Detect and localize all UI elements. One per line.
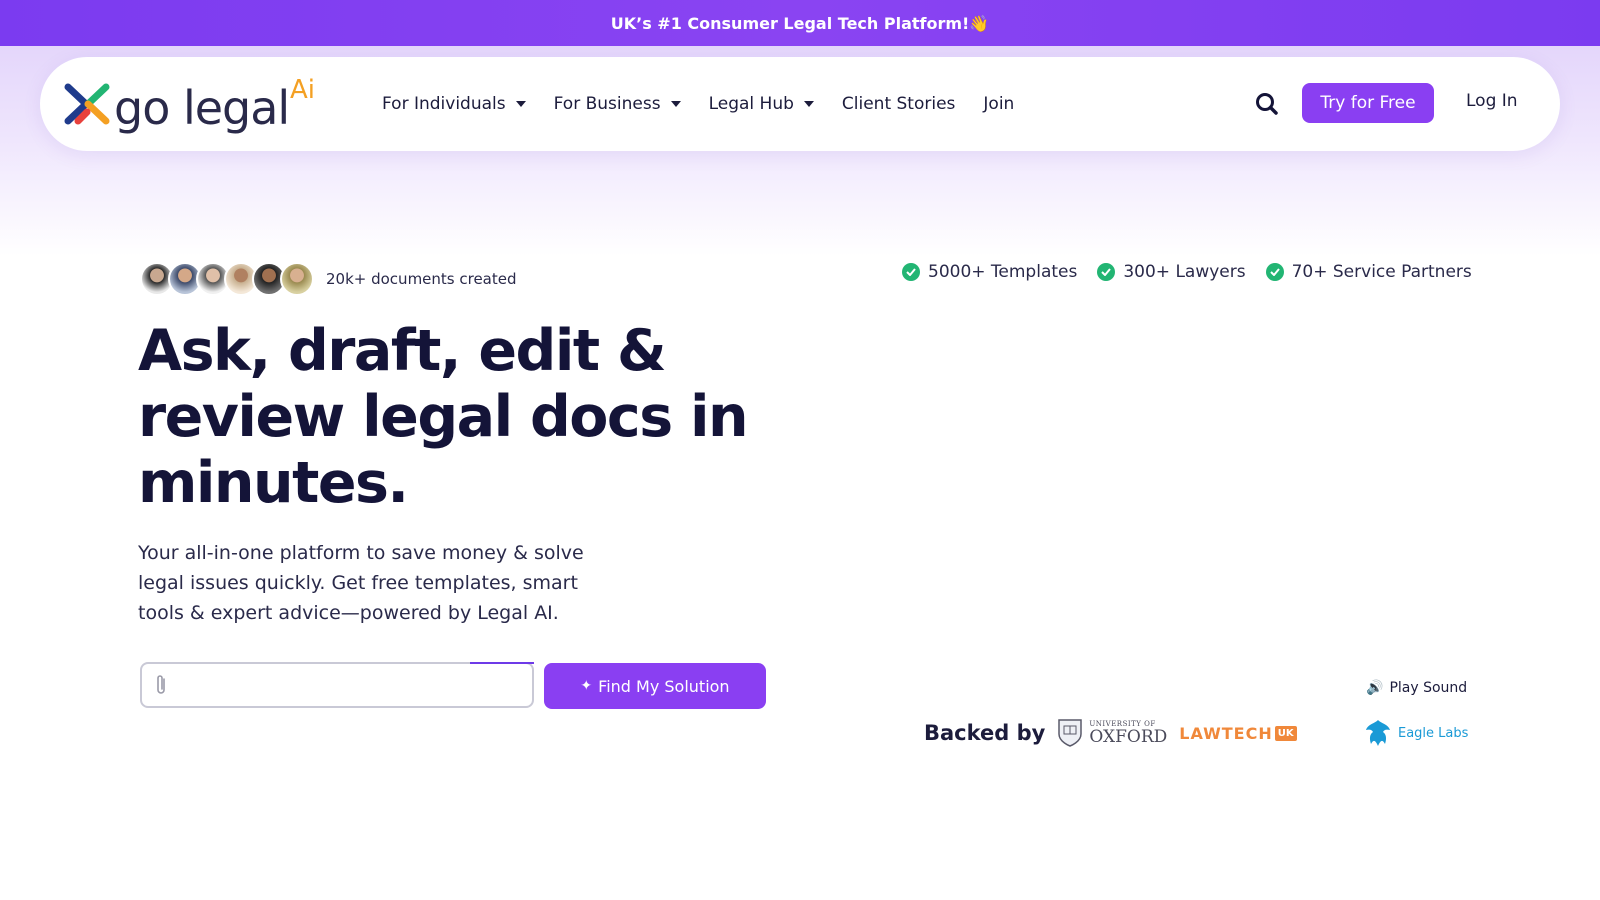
nav-menu: For Individuals For Business Legal Hub C… bbox=[382, 57, 1042, 151]
avatar-group bbox=[140, 262, 314, 296]
input-focus-accent bbox=[470, 662, 534, 664]
hero-subtext: Your all-in-one platform to save money &… bbox=[138, 542, 584, 624]
announcement-text: UK’s #1 Consumer Legal Tech Platform!👋 bbox=[610, 13, 990, 33]
find-my-solution-label: Find My Solution bbox=[598, 676, 730, 696]
logo-mark-icon bbox=[64, 83, 110, 125]
nav-item-label: For Business bbox=[553, 94, 661, 114]
nav-client-stories[interactable]: Client Stories bbox=[842, 94, 956, 114]
highlight-service-partners: 70+ Service Partners bbox=[1265, 262, 1472, 282]
play-sound-label: Play Sound bbox=[1389, 680, 1468, 696]
chevron-down-icon bbox=[670, 101, 681, 107]
check-circle-icon bbox=[1097, 263, 1116, 281]
oxford-logo: UNIVERSITY OF OXFORD bbox=[1057, 718, 1167, 748]
nav-item-label: Client Stories bbox=[841, 94, 956, 114]
eagle-labs-text: Eagle Labs bbox=[1398, 725, 1469, 741]
social-proof: 20k+ documents created bbox=[140, 262, 517, 296]
lawtech-uk-logo: LAWTECH UK bbox=[1179, 723, 1297, 743]
find-my-solution-button[interactable]: ✦ Find My Solution bbox=[544, 663, 766, 709]
solution-search-field[interactable] bbox=[140, 662, 534, 708]
play-sound-button[interactable]: 🔊 Play Sound bbox=[1366, 680, 1467, 696]
highlight-templates: 5000+ Templates bbox=[902, 262, 1077, 282]
nav-join[interactable]: Join bbox=[983, 94, 1014, 114]
paperclip-icon[interactable] bbox=[154, 673, 170, 697]
eagle-labs-logo: Eagle Labs bbox=[1364, 718, 1468, 748]
highlight-lawyers: 300+ Lawyers bbox=[1097, 262, 1246, 282]
oxford-crest-icon bbox=[1058, 719, 1083, 747]
highlight-label: 70+ Service Partners bbox=[1291, 262, 1472, 282]
try-for-free-button[interactable]: Try for Free bbox=[1302, 83, 1434, 123]
logo-ai-text: Ai bbox=[290, 75, 316, 105]
check-circle-icon bbox=[1265, 263, 1284, 281]
chevron-down-icon bbox=[803, 101, 814, 107]
nav-legal-hub[interactable]: Legal Hub bbox=[709, 94, 814, 114]
logo-text: go legal bbox=[114, 81, 290, 135]
documents-created-text: 20k+ documents created bbox=[326, 270, 517, 288]
check-circle-icon bbox=[902, 263, 920, 281]
solution-search-input[interactable] bbox=[178, 665, 532, 705]
backed-by-label: Backed by bbox=[924, 721, 1046, 745]
oxford-big-text: OXFORD bbox=[1089, 727, 1168, 747]
nav-item-label: Legal Hub bbox=[708, 94, 794, 114]
speaker-icon: 🔊 bbox=[1366, 680, 1384, 696]
announcement-bar: UK’s #1 Consumer Legal Tech Platform!👋 bbox=[0, 0, 1600, 46]
login-link[interactable]: Log In bbox=[1466, 91, 1518, 111]
highlights-list: 5000+ Templates 300+ Lawyers 70+ Service… bbox=[902, 262, 1472, 282]
nav-for-individuals[interactable]: For Individuals bbox=[382, 94, 526, 114]
avatar bbox=[280, 262, 314, 296]
site-logo[interactable]: go legal Ai bbox=[64, 75, 324, 135]
lawtech-uk-badge: UK bbox=[1274, 725, 1297, 741]
highlight-label: 5000+ Templates bbox=[928, 262, 1078, 282]
nav-item-label: For Individuals bbox=[382, 94, 506, 114]
search-button[interactable] bbox=[1253, 90, 1281, 118]
nav-for-business[interactable]: For Business bbox=[554, 94, 681, 114]
highlight-label: 300+ Lawyers bbox=[1123, 262, 1246, 282]
sparkle-icon: ✦ bbox=[580, 678, 593, 694]
main-navbar: go legal Ai For Individuals For Business… bbox=[40, 57, 1560, 151]
backed-by-row: Backed by UNIVERSITY OF OXFORD LAWTECH U… bbox=[924, 718, 1297, 748]
nav-item-label: Join bbox=[983, 94, 1015, 114]
chevron-down-icon bbox=[515, 101, 526, 107]
lawtech-text: LAWTECH bbox=[1179, 723, 1273, 743]
eagle-icon bbox=[1366, 720, 1390, 746]
search-icon bbox=[1256, 93, 1278, 115]
hero-headline: Ask, draft, edit & review legal docs in … bbox=[138, 318, 749, 516]
